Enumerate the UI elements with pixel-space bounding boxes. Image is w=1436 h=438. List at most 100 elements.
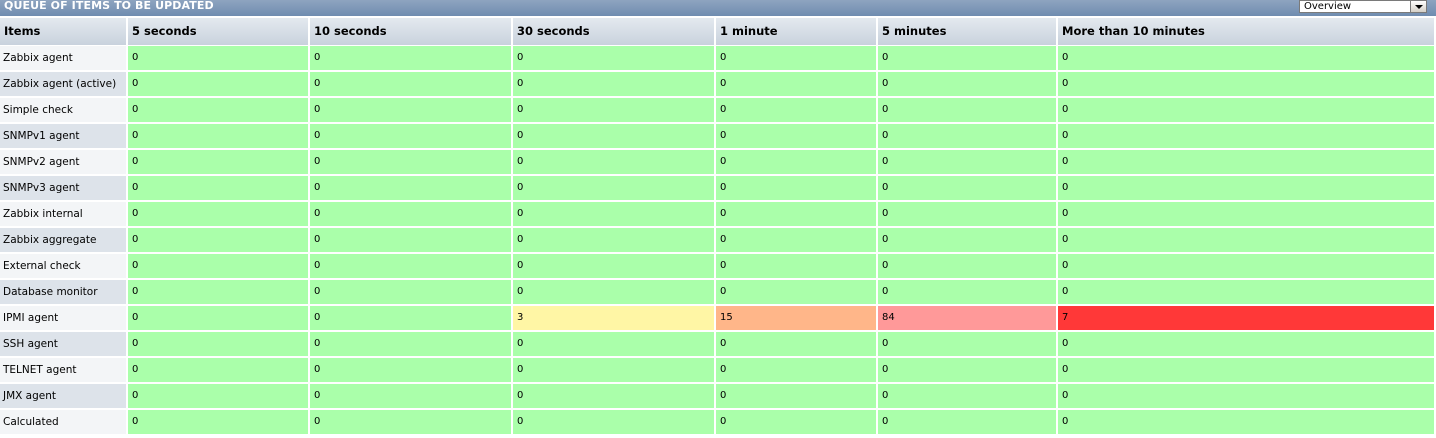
row-item-label: Simple check xyxy=(0,98,126,122)
queue-count-cell: 0 xyxy=(1058,280,1434,304)
queue-count-cell: 0 xyxy=(878,72,1056,96)
row-item-label: IPMI agent xyxy=(0,306,126,330)
row-item-label: SSH agent xyxy=(0,332,126,356)
queue-count-cell: 0 xyxy=(310,410,511,434)
queue-count-cell: 0 xyxy=(513,384,714,408)
queue-count-cell: 0 xyxy=(878,332,1056,356)
queue-count-cell: 0 xyxy=(128,46,308,70)
column-header: 10 seconds xyxy=(310,18,511,45)
queue-count-cell: 0 xyxy=(128,254,308,278)
queue-count-cell: 0 xyxy=(128,202,308,226)
queue-title-bar: QUEUE OF ITEMS TO BE UPDATED xyxy=(0,0,1436,16)
queue-count-cell: 0 xyxy=(878,254,1056,278)
row-item-label: SNMPv1 agent xyxy=(0,124,126,148)
queue-count-cell: 0 xyxy=(310,124,511,148)
queue-count-cell: 0 xyxy=(716,176,876,200)
queue-count-cell: 0 xyxy=(513,410,714,434)
queue-count-cell: 0 xyxy=(878,98,1056,122)
column-header-items: Items xyxy=(0,18,126,45)
queue-count-cell: 0 xyxy=(128,228,308,252)
queue-count-cell: 0 xyxy=(1058,176,1434,200)
queue-count-cell: 0 xyxy=(310,254,511,278)
queue-count-cell: 0 xyxy=(716,332,876,356)
queue-count-cell: 0 xyxy=(128,72,308,96)
view-select-value: Overview xyxy=(1304,1,1352,12)
queue-count-cell: 0 xyxy=(513,98,714,122)
queue-count-cell: 0 xyxy=(310,176,511,200)
queue-count-cell: 0 xyxy=(716,384,876,408)
queue-count-cell: 0 xyxy=(1058,384,1434,408)
queue-count-cell: 0 xyxy=(513,358,714,382)
queue-count-cell: 0 xyxy=(310,72,511,96)
queue-count-cell: 0 xyxy=(1058,332,1434,356)
queue-count-cell: 0 xyxy=(513,202,714,226)
queue-count-cell: 0 xyxy=(878,150,1056,174)
queue-count-cell: 0 xyxy=(128,358,308,382)
row-item-label: Zabbix agent (active) xyxy=(0,72,126,96)
queue-count-cell: 0 xyxy=(878,280,1056,304)
queue-count-cell: 0 xyxy=(716,254,876,278)
row-item-label: Zabbix internal xyxy=(0,202,126,226)
queue-count-cell: 0 xyxy=(128,98,308,122)
queue-count-cell: 3 xyxy=(513,306,714,330)
queue-count-cell: 0 xyxy=(310,98,511,122)
row-item-label: JMX agent xyxy=(0,384,126,408)
queue-count-cell: 0 xyxy=(310,306,511,330)
row-item-label: External check xyxy=(0,254,126,278)
column-header: 5 minutes xyxy=(878,18,1056,45)
queue-count-cell: 0 xyxy=(1058,228,1434,252)
view-select[interactable]: Overview xyxy=(1299,0,1427,13)
queue-count-cell: 0 xyxy=(310,150,511,174)
queue-count-cell: 0 xyxy=(878,124,1056,148)
queue-count-cell: 0 xyxy=(1058,98,1434,122)
queue-count-cell: 0 xyxy=(128,176,308,200)
queue-count-cell: 0 xyxy=(878,384,1056,408)
queue-count-cell: 7 xyxy=(1058,306,1434,330)
queue-count-cell: 0 xyxy=(878,228,1056,252)
queue-count-cell: 0 xyxy=(310,228,511,252)
queue-count-cell: 0 xyxy=(1058,358,1434,382)
queue-count-cell: 0 xyxy=(513,254,714,278)
queue-count-cell: 0 xyxy=(716,72,876,96)
queue-count-cell: 0 xyxy=(716,358,876,382)
queue-count-cell: 0 xyxy=(513,150,714,174)
queue-count-cell: 15 xyxy=(716,306,876,330)
queue-count-cell: 0 xyxy=(878,46,1056,70)
queue-count-cell: 0 xyxy=(128,306,308,330)
queue-count-cell: 0 xyxy=(1058,124,1434,148)
queue-count-cell: 0 xyxy=(128,384,308,408)
queue-count-cell: 84 xyxy=(878,306,1056,330)
queue-count-cell: 0 xyxy=(128,124,308,148)
queue-count-cell: 0 xyxy=(716,98,876,122)
queue-count-cell: 0 xyxy=(128,280,308,304)
queue-count-cell: 0 xyxy=(878,358,1056,382)
queue-count-cell: 0 xyxy=(1058,202,1434,226)
row-item-label: Zabbix agent xyxy=(0,46,126,70)
queue-count-cell: 0 xyxy=(716,228,876,252)
queue-count-cell: 0 xyxy=(1058,254,1434,278)
queue-count-cell: 0 xyxy=(716,124,876,148)
queue-count-cell: 0 xyxy=(878,176,1056,200)
queue-count-cell: 0 xyxy=(716,410,876,434)
queue-count-cell: 0 xyxy=(513,280,714,304)
row-item-label: TELNET agent xyxy=(0,358,126,382)
column-header: 5 seconds xyxy=(128,18,308,45)
queue-count-cell: 0 xyxy=(513,46,714,70)
column-header: 30 seconds xyxy=(513,18,714,45)
queue-count-cell: 0 xyxy=(513,332,714,356)
queue-count-cell: 0 xyxy=(310,202,511,226)
queue-count-cell: 0 xyxy=(1058,72,1434,96)
queue-count-cell: 0 xyxy=(716,202,876,226)
queue-count-cell: 0 xyxy=(513,176,714,200)
queue-count-cell: 0 xyxy=(716,46,876,70)
queue-count-cell: 0 xyxy=(310,46,511,70)
queue-count-cell: 0 xyxy=(310,358,511,382)
queue-count-cell: 0 xyxy=(513,124,714,148)
queue-count-cell: 0 xyxy=(878,410,1056,434)
page-title: QUEUE OF ITEMS TO BE UPDATED xyxy=(4,0,214,12)
queue-count-cell: 0 xyxy=(128,150,308,174)
queue-count-cell: 0 xyxy=(1058,150,1434,174)
column-header: More than 10 minutes xyxy=(1058,18,1434,45)
chevron-down-icon[interactable] xyxy=(1410,1,1426,12)
queue-count-cell: 0 xyxy=(310,332,511,356)
